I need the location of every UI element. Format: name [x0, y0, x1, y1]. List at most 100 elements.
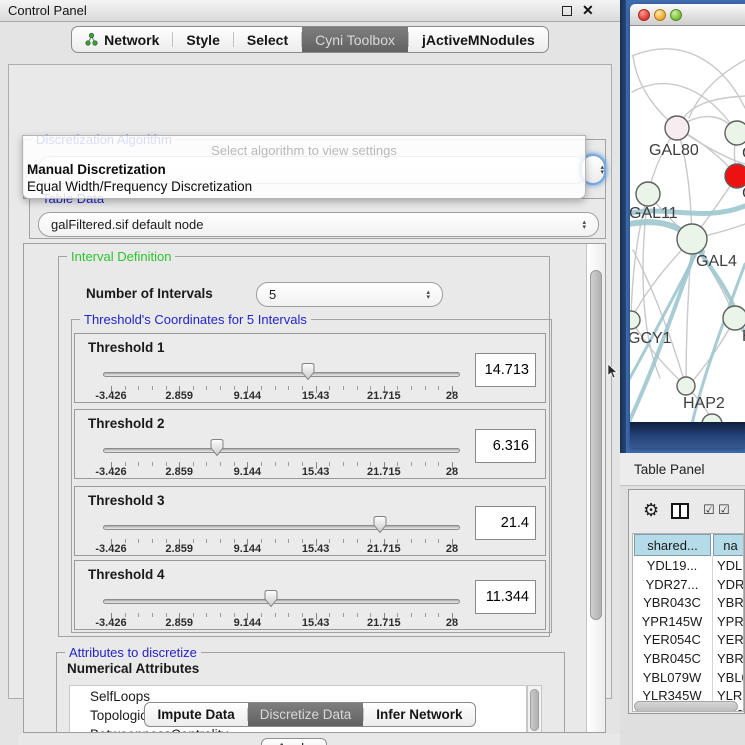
- attributes-group-title: Attributes to discretize: [65, 645, 201, 660]
- table-panel-titlebar: Table Panel: [620, 453, 745, 486]
- table-panel-inner: ⚙ ☑ ☑ shared...naYDL19... YDL1 YDR27... YDR…: [628, 489, 745, 714]
- window-close-button[interactable]: ✕: [582, 2, 594, 19]
- network-node-gcy1[interactable]: [630, 311, 640, 329]
- slider-thumb[interactable]: [263, 589, 279, 608]
- slider-tick-label: 21.715: [367, 543, 401, 555]
- slider-tick: [329, 462, 330, 466]
- bottom-tab-row: Impute Data Discretize DataInfer Network: [0, 702, 620, 730]
- table-cell[interactable]: YDR27...: [633, 577, 711, 595]
- slider-track[interactable]: [103, 599, 460, 604]
- slider-tick: [425, 386, 426, 390]
- table-cell[interactable]: YPR145W: [633, 614, 711, 632]
- tab-style[interactable]: Style: [173, 27, 232, 52]
- network-node-gal80[interactable]: [665, 116, 689, 140]
- table-header-na[interactable]: na: [713, 534, 744, 556]
- tab-select[interactable]: Select: [234, 27, 301, 52]
- slider-tick: [275, 386, 276, 390]
- window-float-button[interactable]: [562, 6, 572, 16]
- network-node-hap2[interactable]: [677, 377, 695, 395]
- slider-tick: [411, 462, 412, 466]
- settings-scrollbar[interactable]: [586, 244, 605, 732]
- table-panel-area: ⚙ ☑ ☑ shared...naYDL19... YDL1 YDR27... YDR…: [620, 486, 745, 745]
- settings-scrollbar-thumb[interactable]: [590, 270, 602, 620]
- algorithm-popup-item[interactable]: Manual Discretization: [27, 162, 166, 177]
- table-cell[interactable]: YBR043C: [633, 595, 711, 613]
- table-header-shared-[interactable]: shared...: [634, 534, 711, 556]
- tab-cyni-toolbox[interactable]: Cyni Toolbox: [302, 27, 408, 52]
- node-table[interactable]: shared...naYDL19... YDL1 YDR27... YDR2 YBR04…: [632, 533, 744, 712]
- slider-thumb[interactable]: [300, 362, 316, 381]
- slider-tick: [357, 386, 358, 390]
- slider-tick: [220, 386, 221, 390]
- slider-track[interactable]: [103, 525, 460, 530]
- slider-tick: [138, 386, 139, 390]
- apply-button[interactable]: Apply: [261, 738, 327, 745]
- table-cell[interactable]: YER054C: [633, 632, 711, 650]
- table-hscrollbar-thumb[interactable]: [634, 701, 738, 712]
- table-panel-title: Table Panel: [634, 462, 705, 477]
- table-data-combobox-value: galFiltered.sif default node: [51, 217, 203, 232]
- number-of-intervals-value: 5: [269, 287, 276, 302]
- table-cell[interactable]: YDR2: [717, 577, 744, 595]
- table-cell[interactable]: YER0: [717, 632, 744, 650]
- slider-tick: [288, 539, 289, 543]
- slider-tick: [357, 539, 358, 543]
- slider-thumb[interactable]: [209, 438, 225, 457]
- slider-tick: [438, 386, 439, 390]
- slider-tick: [425, 539, 426, 543]
- slider-track[interactable]: [103, 372, 460, 377]
- network-node[interactable]: [702, 414, 722, 422]
- close-traffic-light-icon[interactable]: [638, 9, 650, 21]
- split-columns-icon[interactable]: [671, 503, 689, 519]
- network-node-h[interactable]: [723, 306, 745, 330]
- table-cell[interactable]: YBR0: [717, 595, 744, 613]
- table-cell[interactable]: YBR0: [717, 651, 744, 669]
- table-cell[interactable]: YBL0: [717, 670, 744, 688]
- tab-label: Impute Data: [157, 707, 234, 722]
- slider-tick: [138, 539, 139, 543]
- slider-tick: [193, 462, 194, 466]
- slider-tick: [220, 462, 221, 466]
- tab-network[interactable]: Network: [72, 27, 172, 52]
- minimize-traffic-light-icon[interactable]: [654, 9, 666, 21]
- table-cell[interactable]: YDL1: [717, 558, 744, 576]
- slider-track[interactable]: [103, 448, 460, 453]
- number-of-intervals-combobox[interactable]: 5 ▴ ▾: [256, 282, 443, 307]
- threshold-value-field[interactable]: [475, 429, 536, 463]
- gear-icon[interactable]: ⚙: [643, 500, 659, 521]
- threshold-value-field[interactable]: [475, 353, 536, 387]
- network-node-ga[interactable]: [725, 121, 745, 145]
- interval-definition-group: Interval Definition Number of Intervals …: [58, 256, 550, 637]
- checkbox-icon[interactable]: ☑: [703, 503, 715, 518]
- network-node-gal4[interactable]: [677, 224, 707, 254]
- algorithm-popup-item[interactable]: Equal Width/Frequency Discretization: [27, 179, 252, 194]
- threshold-value-field[interactable]: [475, 506, 536, 540]
- table-cell[interactable]: YBR045C: [633, 651, 711, 669]
- slider-thumb[interactable]: [372, 515, 388, 534]
- threshold-value-field[interactable]: [475, 580, 536, 614]
- zoom-traffic-light-icon[interactable]: [670, 9, 682, 21]
- control-panel-titlebar: Control Panel: [0, 0, 620, 22]
- slider-tick-label: 15.43: [302, 543, 330, 555]
- tab-discretize-data[interactable]: Discretize Data: [248, 703, 364, 726]
- slider-tick-label: 9.144: [234, 543, 262, 555]
- slider-tick: [288, 462, 289, 466]
- interval-definition-title: Interval Definition: [67, 249, 175, 264]
- slider-tick: [411, 539, 412, 543]
- network-window-titlebar[interactable]: [630, 4, 745, 26]
- table-cell[interactable]: YPR1: [717, 614, 744, 632]
- checkbox-icon[interactable]: ☑: [718, 503, 730, 518]
- tab-impute-data[interactable]: Impute Data: [145, 703, 246, 726]
- tab-jactivemnodules[interactable]: jActiveMNodules: [409, 27, 548, 52]
- slider-tick-label: 28: [446, 390, 458, 402]
- table-cell[interactable]: YDL19...: [633, 558, 711, 576]
- network-node-gal11[interactable]: [636, 182, 660, 206]
- tab-label: Cyni Toolbox: [315, 32, 395, 48]
- tab-infer-network[interactable]: Infer Network: [364, 703, 474, 726]
- table-cell[interactable]: YBL079W: [633, 670, 711, 688]
- network-canvas[interactable]: GAL80GACGAL11GAL4GCY1HHAP2: [630, 26, 745, 422]
- table-data-combobox[interactable]: galFiltered.sif default node ▴ ▾: [38, 212, 599, 237]
- network-node-label: GCY1: [630, 330, 672, 347]
- slider-tick: [288, 386, 289, 390]
- slider-tick: [206, 539, 207, 543]
